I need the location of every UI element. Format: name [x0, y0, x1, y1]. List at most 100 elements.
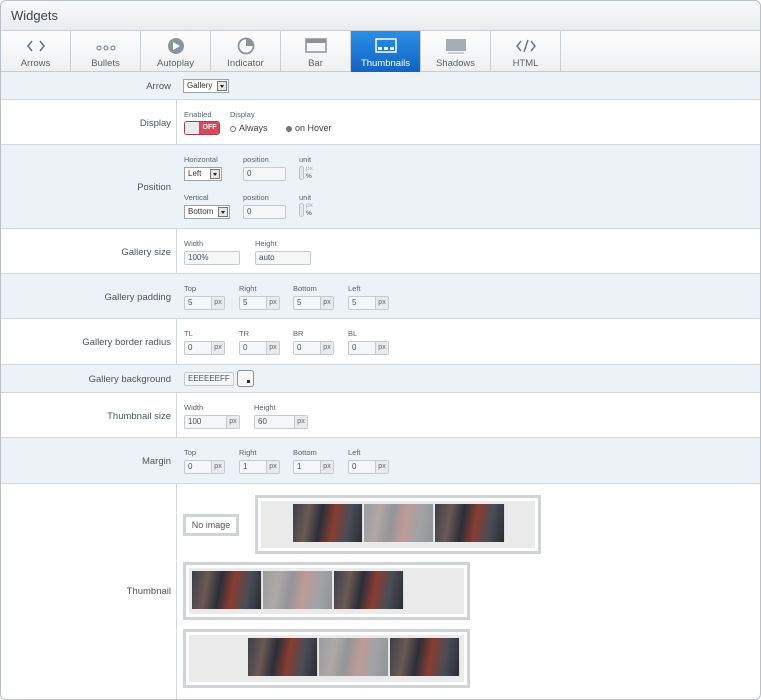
thumb-height-unit: px: [294, 416, 307, 428]
padding-right-input[interactable]: 5 px: [239, 296, 280, 310]
row-arrow: Arrow Gallery: [1, 72, 760, 100]
thumbnail-preset-left[interactable]: [183, 562, 470, 620]
row-thumbnail-size: Thumbnail size Width Height 100 px 60 px: [1, 393, 760, 438]
row-position: Position Horizontal position unit Left 0…: [1, 145, 760, 229]
row-gallery-background: Gallery background EEEEEEFF: [1, 365, 760, 393]
tab-label: Shadows: [435, 58, 476, 69]
margin-right-input[interactable]: 1 px: [239, 460, 280, 474]
display-always-radio[interactable]: Always: [230, 123, 268, 133]
horizontal-position-value: 0: [247, 169, 252, 178]
radius-bl-caption: BL: [348, 329, 358, 338]
margin-bottom-value: 1: [297, 462, 302, 471]
tab-shadows[interactable]: Shadows: [421, 31, 491, 72]
radius-bl-unit: px: [375, 342, 388, 354]
thumb-height-value: 60: [258, 417, 267, 426]
margin-label: Margin: [141, 456, 171, 467]
arrow-select[interactable]: Gallery: [183, 79, 229, 93]
thumbnail-preset-centered[interactable]: [255, 495, 541, 554]
thumbnail-size-label: Thumbnail size: [107, 411, 171, 422]
horizontal-select-value: Left: [188, 169, 202, 178]
horizontal-unit-switch[interactable]: px %: [299, 165, 313, 182]
gallery-width-value: 100%: [188, 253, 209, 262]
padding-bottom-value: 5: [297, 298, 302, 307]
radius-br-input[interactable]: 0 px: [293, 341, 334, 355]
padding-bottom-input[interactable]: 5 px: [293, 296, 334, 310]
radius-br-value: 0: [297, 343, 302, 352]
hover-label: on Hover: [295, 123, 332, 133]
vertical-position-value: 0: [247, 207, 252, 216]
tab-label: Indicator: [227, 58, 264, 69]
unit-switch-track: [299, 203, 304, 217]
tab-bullets[interactable]: Bullets: [71, 31, 141, 72]
arrow-label: Arrow: [146, 81, 171, 92]
tab-thumbnails[interactable]: Thumbnails: [351, 31, 421, 72]
radius-tr-value: 0: [243, 343, 248, 352]
vertical-position-input[interactable]: 0: [243, 205, 286, 219]
tab-autoplay[interactable]: Autoplay: [141, 31, 211, 72]
tab-html[interactable]: HTML: [491, 31, 561, 72]
thumbnail-image: [192, 571, 262, 609]
pie-indicator-icon: [237, 37, 255, 55]
color-picker-swatch[interactable]: [237, 370, 254, 387]
margin-bottom-unit: px: [320, 461, 333, 473]
padding-top-input[interactable]: 5 px: [184, 296, 225, 310]
gallery-background-input[interactable]: EEEEEEFF: [184, 372, 234, 386]
unit-percent: %: [306, 173, 312, 180]
thumbnail-image: [263, 571, 333, 609]
chevron-down-icon: [218, 207, 228, 217]
thumb-height-input[interactable]: 60 px: [254, 415, 308, 429]
padding-left-unit: px: [375, 297, 388, 309]
thumb-width-unit: px: [226, 416, 239, 428]
margin-top-input[interactable]: 0 px: [184, 460, 225, 474]
padding-right-value: 5: [243, 298, 248, 307]
padding-left-input[interactable]: 5 px: [348, 296, 389, 310]
horizontal-position-input[interactable]: 0: [243, 167, 286, 181]
tab-bar[interactable]: Bar: [281, 31, 351, 72]
thumbnail-image: [390, 638, 460, 676]
always-label: Always: [239, 123, 268, 133]
tab-indicator[interactable]: Indicator: [211, 31, 281, 72]
display-hover-radio[interactable]: on Hover: [286, 123, 332, 133]
radius-tl-input[interactable]: 0 px: [184, 341, 225, 355]
padding-top-caption: Top: [184, 284, 197, 293]
unit-px: px: [306, 165, 313, 172]
tab-label: Bar: [308, 58, 323, 69]
radio-dot: [286, 125, 292, 132]
radius-tl-value: 0: [188, 343, 193, 352]
margin-right-caption: Right: [239, 448, 257, 457]
margin-left-input[interactable]: 0 px: [348, 460, 389, 474]
margin-bottom-input[interactable]: 1 px: [293, 460, 334, 474]
radius-bl-value: 0: [352, 343, 357, 352]
thumb-width-caption: Width: [184, 403, 204, 412]
panel-title: Widgets: [11, 8, 58, 23]
thumbnail-image: [435, 504, 505, 542]
thumb-width-input[interactable]: 100 px: [184, 415, 240, 429]
thumbnail-image: [364, 504, 434, 542]
chevron-code-icon: [26, 40, 46, 52]
row-margin: Margin Top Right Bottom Left 0 px 1 px 1…: [1, 438, 760, 484]
play-circle-icon: [168, 38, 184, 54]
thumbnail-preset-right[interactable]: [183, 629, 470, 688]
radius-tr-input[interactable]: 0 px: [239, 341, 280, 355]
gallery-width-input[interactable]: 100%: [184, 251, 240, 265]
vertical-unit-switch[interactable]: px %: [299, 202, 313, 219]
tab-arrows[interactable]: Arrows: [1, 31, 71, 72]
radius-bl-input[interactable]: 0 px: [348, 341, 389, 355]
padding-bottom-caption: Bottom: [293, 284, 317, 293]
enabled-toggle[interactable]: OFF: [184, 121, 220, 135]
horizontal-select[interactable]: Left: [184, 167, 222, 181]
vertical-select[interactable]: Bottom: [184, 205, 230, 219]
thumbnail-no-image-option[interactable]: No image: [183, 514, 239, 536]
tab-label: HTML: [512, 58, 539, 69]
widget-tabs: Arrows Bullets Autoplay Indicator Bar Th…: [1, 31, 760, 72]
radius-br-unit: px: [320, 342, 333, 354]
radius-tl-caption: TL: [184, 329, 193, 338]
radius-tl-unit: px: [211, 342, 224, 354]
thumbnail-image: [319, 638, 389, 676]
h-position-caption: position: [243, 155, 269, 164]
padding-right-unit: px: [266, 297, 279, 309]
radius-tr-caption: TR: [239, 329, 249, 338]
thumb-width-value: 100: [188, 417, 202, 426]
thumbnail-strip: [189, 635, 464, 682]
gallery-height-input[interactable]: auto: [255, 251, 311, 265]
